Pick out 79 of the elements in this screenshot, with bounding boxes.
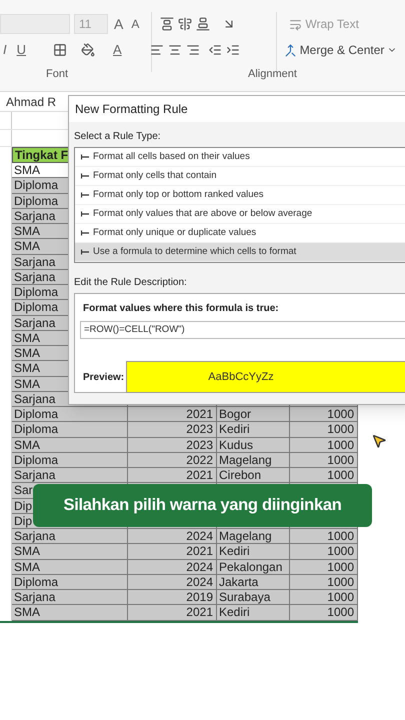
table-cell: SMA — [12, 605, 128, 620]
table-cell: 2021 — [186, 605, 213, 620]
table-cell: 1000 — [327, 452, 354, 467]
table-cell: 2019 — [186, 590, 213, 604]
table-cell: Kudus — [219, 438, 254, 452]
table-cell: 2023 — [186, 422, 213, 436]
table-cell: SMA — [12, 560, 128, 575]
align-middle-icon[interactable] — [178, 17, 192, 31]
section-label: Select a Rule Type: — [74, 130, 162, 144]
table-cell: Kediri — [219, 544, 250, 558]
table-cell: Sarjana — [12, 468, 128, 484]
table-cell: 1000 — [327, 438, 354, 452]
table-cell: 2024 — [186, 529, 213, 543]
align-bottom-icon[interactable] — [196, 17, 210, 31]
table-cell: 1000 — [327, 544, 354, 558]
table-cell: 2021 — [186, 468, 213, 482]
merge-icon — [284, 44, 297, 56]
table-cell: 1000 — [327, 468, 354, 482]
indent-decrease-icon[interactable] — [208, 43, 222, 57]
table-cell: Jakarta — [219, 574, 258, 589]
table-cell: Diploma — [12, 422, 128, 438]
table-cell: 1000 — [327, 590, 354, 604]
merge-center-button[interactable]: Merge & Center — [284, 41, 398, 59]
grow-font-button[interactable]: A — [112, 14, 126, 34]
align-right-icon[interactable] — [186, 43, 200, 57]
rule-type-item[interactable]: Use a formula to determine which cells to format — [75, 243, 405, 262]
table-cell: Diploma — [12, 452, 128, 468]
indent-increase-icon[interactable] — [226, 43, 240, 57]
underline-button[interactable]: U — [14, 40, 30, 60]
table-cell: Diploma — [12, 574, 128, 590]
table-cell: Magelang — [219, 529, 272, 543]
table-cell: Diploma — [12, 407, 128, 422]
table-cell: 1000 — [327, 407, 354, 421]
dialog-title: New Formatting Rule — [75, 101, 188, 118]
table-cell: Bogor — [219, 407, 252, 421]
preview-swatch: AaBbCcYyZz — [126, 361, 405, 393]
arrow-icon — [81, 211, 90, 217]
table-cell: 2021 — [186, 407, 213, 421]
table-cell: 2022 — [186, 452, 213, 467]
arrow-icon — [81, 173, 90, 179]
table-cell: 1000 — [327, 574, 354, 589]
arrow-icon — [81, 230, 90, 236]
table-cell: Sarjana — [12, 590, 128, 606]
borders-icon[interactable] — [53, 43, 68, 57]
group-label: Alignment — [248, 66, 297, 82]
mouse-cursor-icon — [371, 433, 387, 449]
formula-field[interactable]: =ROW()=CELL("ROW") — [80, 321, 405, 339]
arrow-icon — [81, 154, 90, 160]
align-center-icon[interactable] — [168, 43, 182, 57]
table-cell: 2023 — [186, 438, 213, 452]
table-cell: 2021 — [186, 544, 213, 558]
arrow-icon — [81, 249, 90, 255]
font-color-button[interactable]: A — [111, 40, 124, 60]
table-cell: Sarjana — [12, 529, 128, 544]
table-cell: Kediri — [219, 422, 250, 436]
table-cell: 1000 — [327, 529, 354, 543]
shrink-font-button[interactable]: A — [129, 15, 142, 33]
table-cell: Pekalongan — [219, 560, 282, 574]
caption-banner: Silahkan pilih warna yang diinginkan — [33, 484, 372, 527]
fill-color-icon[interactable] — [81, 43, 96, 57]
table-cell: Cirebon — [219, 468, 262, 482]
table-cell: Magelang — [219, 452, 272, 467]
table-cell: 2024 — [186, 560, 213, 574]
font-name-field[interactable] — [0, 14, 70, 34]
group-label: Font — [46, 66, 68, 82]
table-cell: SMA — [12, 438, 128, 453]
table-cell: 1000 — [327, 605, 354, 620]
table-cell: Surabaya — [219, 590, 270, 604]
table-cell: 1000 — [327, 560, 354, 574]
italic-button[interactable]: I — [0, 40, 10, 60]
table-cell: Kediri — [219, 605, 250, 620]
table-cell: SMA — [12, 544, 128, 560]
align-top-icon[interactable] — [160, 17, 174, 31]
name-box[interactable]: Ahmad R — [0, 92, 62, 112]
arrow-icon — [81, 192, 90, 198]
wrap-text-icon — [289, 18, 302, 30]
table-cell: 1000 — [327, 422, 354, 436]
table-cell: 2024 — [186, 574, 213, 589]
align-left-icon[interactable] — [150, 43, 164, 57]
